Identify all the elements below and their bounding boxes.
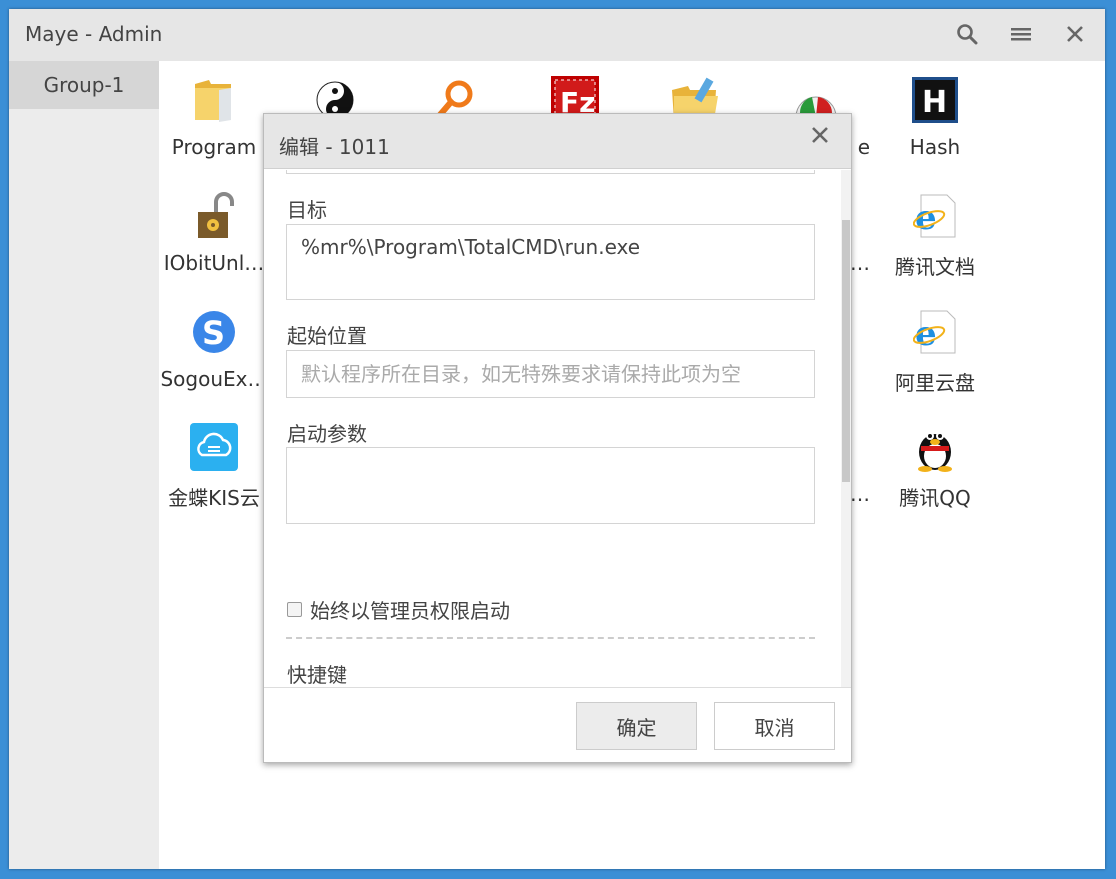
previous-field-edge	[286, 170, 815, 174]
start-dir-label: 起始位置	[287, 324, 367, 348]
titlebar: Maye - Admin	[9, 9, 1105, 61]
hamburger-menu-icon	[1011, 28, 1031, 41]
launcher-item[interactable]: S SogouEx…	[154, 307, 274, 407]
svg-text:H: H	[922, 85, 947, 120]
args-label: 启动参数	[287, 422, 367, 446]
window-close-button[interactable]	[1058, 17, 1092, 51]
svg-text:S: S	[202, 314, 225, 352]
dialog-header: 编辑 - 1011	[264, 114, 851, 169]
launcher-item-label: 腾讯文档	[895, 255, 975, 279]
close-icon	[812, 127, 828, 143]
target-label: 目标	[287, 198, 327, 222]
unlocker-icon	[189, 191, 239, 241]
search-button[interactable]	[950, 17, 984, 51]
launcher-item[interactable]: H Hash	[875, 75, 995, 175]
launcher-item[interactable]: 金蝶KIS云	[154, 422, 274, 522]
app-title: Maye - Admin	[25, 22, 163, 46]
dialog-close-button[interactable]	[811, 126, 835, 150]
dialog-body: 目标 %mr%\Program\TotalCMD\run.exe 起始位置 启动…	[264, 170, 851, 687]
dialog-footer: 确定 取消	[264, 687, 851, 762]
launcher-item-label: 金蝶KIS云	[168, 486, 260, 510]
launcher-item-label: 腾讯QQ	[899, 486, 971, 510]
launcher-item-label: 阿里云盘	[895, 371, 975, 395]
start-dir-field[interactable]	[286, 350, 815, 398]
admin-checkbox-label: 始终以管理员权限启动	[310, 599, 510, 623]
launcher-item[interactable]: Program	[154, 75, 274, 175]
launcher-item-label: Program	[171, 135, 257, 159]
target-field[interactable]: %mr%\Program\TotalCMD\run.exe	[286, 224, 815, 300]
dialog-title: 编辑 - 1011	[279, 135, 390, 159]
args-field[interactable]	[286, 447, 815, 524]
ie-icon: e	[910, 307, 960, 357]
edit-dialog: 编辑 - 1011 目标 %mr%\Program\TotalCMD\run.e…	[263, 113, 852, 763]
hash-app-icon: H	[910, 75, 960, 125]
launcher-item-label: IObitUnl…	[163, 251, 265, 275]
ok-button[interactable]: 确定	[576, 702, 697, 750]
section-divider	[286, 637, 815, 639]
launcher-item[interactable]: e 阿里云盘	[875, 307, 995, 407]
launcher-item-label: Hash	[909, 135, 961, 159]
menu-button[interactable]	[1004, 17, 1038, 51]
ie-icon: e	[910, 191, 960, 241]
admin-checkbox-row[interactable]: 始终以管理员权限启动	[287, 595, 510, 624]
launcher-item[interactable]: 腾讯QQ	[875, 422, 995, 522]
launcher-item-label: SogouEx…	[160, 367, 268, 391]
cancel-button[interactable]: 取消	[714, 702, 835, 750]
folder-icon	[189, 75, 239, 125]
hotkey-label: 快捷键	[287, 663, 347, 687]
sidebar-item-group-1[interactable]: Group-1	[9, 61, 159, 109]
search-icon	[957, 24, 978, 45]
qq-penguin-icon	[910, 422, 960, 472]
cloud-sync-icon	[189, 422, 239, 472]
launcher-item[interactable]: IObitUnl…	[154, 191, 274, 291]
dialog-scrollbar-thumb[interactable]	[842, 220, 850, 482]
admin-checkbox[interactable]	[287, 602, 302, 617]
launcher-item[interactable]: e 腾讯文档	[875, 191, 995, 291]
close-icon	[1067, 26, 1083, 42]
sogou-explorer-icon: S	[189, 307, 239, 357]
sidebar: Group-1	[9, 61, 159, 869]
